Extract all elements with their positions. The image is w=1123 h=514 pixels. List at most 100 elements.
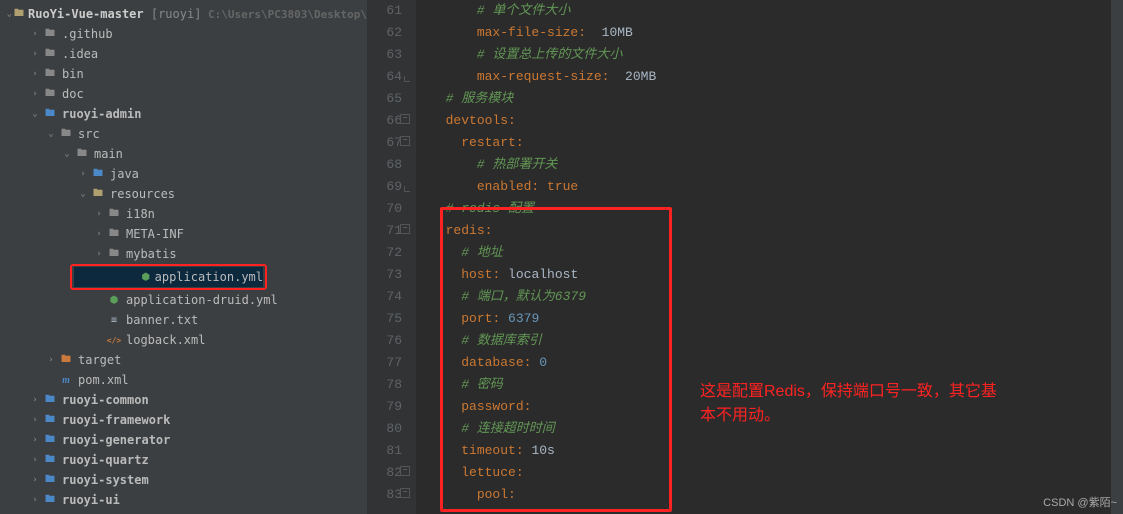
code-line[interactable]: enabled: true [430,176,1123,198]
module-folder-icon: 🖿 [42,107,58,121]
tree-item[interactable]: application.yml [74,267,263,287]
tree-item[interactable]: ⌄🖿main [0,144,367,164]
tree-item-label: main [94,147,123,161]
chevron-down-icon[interactable]: ⌄ [30,109,40,119]
code-line[interactable]: # 服务模块 [430,88,1123,110]
chevron-right-icon[interactable]: › [30,495,40,505]
chevron-right-icon[interactable]: › [30,435,40,445]
tree-item[interactable]: ›🖿ruoyi-generator [0,430,367,450]
chevron-down-icon[interactable]: ⌄ [78,189,88,199]
tree-item[interactable]: ›🖿ruoyi-system [0,470,367,490]
tree-item[interactable]: ›🖿ruoyi-ui [0,490,367,510]
folder-icon: 🖿 [42,27,58,41]
fold-toggle-icon[interactable]: − [400,136,410,146]
tree-item-label: target [78,353,121,367]
code-line[interactable]: # 单个文件大小 [430,0,1123,22]
line-number: 66− [368,110,402,132]
code-line[interactable]: # 端口，默认为6379 [430,286,1123,308]
tree-item[interactable]: ⌄🖿RuoYi-Vue-master [ruoyi] C:\Users\PC38… [0,4,367,24]
code-line[interactable]: timeout: 10s [430,440,1123,462]
tree-item[interactable]: ›🖿.idea [0,44,367,64]
tree-item-label: .idea [62,47,98,61]
tree-item[interactable]: </>logback.xml [0,330,367,350]
fold-toggle-icon[interactable]: − [400,114,410,124]
code-line[interactable]: port: 6379 [430,308,1123,330]
tree-item-label: src [78,127,100,141]
chevron-right-icon[interactable]: › [30,395,40,405]
tree-item-label: ruoyi-generator [62,433,170,447]
tree-item[interactable]: ›🖿java [0,164,367,184]
tree-item[interactable]: ›🖿ruoyi-common [0,390,367,410]
tree-item[interactable]: ›🖿doc [0,84,367,104]
fold-toggle-icon[interactable]: − [400,466,410,476]
tree-item[interactable]: ›🖿mybatis [0,244,367,264]
code-line[interactable]: database: 0 [430,352,1123,374]
project-tree-panel[interactable]: ⌄🖿RuoYi-Vue-master [ruoyi] C:\Users\PC38… [0,0,368,514]
code-line[interactable]: max-file-size: 10MB [430,22,1123,44]
target-folder-icon: 🖿 [58,353,74,367]
chevron-right-icon[interactable]: › [30,415,40,425]
tree-item[interactable]: ›🖿ruoyi-quartz [0,450,367,470]
chevron-down-icon[interactable]: ⌄ [7,9,12,19]
fold-toggle-icon[interactable]: − [400,488,410,498]
code-line[interactable]: redis: [430,220,1123,242]
tree-item[interactable]: ⌄🖿src [0,124,367,144]
chevron-right-icon[interactable]: › [94,209,104,219]
module-folder-icon: 🖿 [90,167,106,181]
tree-item[interactable]: ›🖿sql [0,510,367,514]
tree-item[interactable]: ≡banner.txt [0,310,367,330]
folder-open-icon: 🖿 [14,7,24,21]
tree-item[interactable]: ›🖿META-INF [0,224,367,244]
yml-file-icon [141,270,151,284]
line-number: 81 [368,440,402,462]
code-line[interactable]: host: localhost [430,264,1123,286]
chevron-right-icon[interactable]: › [30,29,40,39]
chevron-down-icon[interactable]: ⌄ [62,149,72,159]
tree-item[interactable]: ›🖿 .github [0,24,367,44]
code-line[interactable]: # 地址 [430,242,1123,264]
tree-item-label: bin [62,67,84,81]
folder-icon: 🖿 [42,67,58,81]
tree-item[interactable]: ›🖿 target [0,350,367,370]
code-line[interactable]: restart: [430,132,1123,154]
tree-item[interactable]: ›🖿i18n [0,204,367,224]
chevron-right-icon[interactable]: › [30,69,40,79]
tree-item[interactable]: mpom.xml [0,370,367,390]
chevron-right-icon[interactable]: › [46,355,56,365]
chevron-right-icon[interactable]: › [94,249,104,259]
code-line[interactable]: # 设置总上传的文件大小 [430,44,1123,66]
code-line[interactable]: lettuce: [430,462,1123,484]
chevron-right-icon[interactable]: › [30,89,40,99]
line-number: 61 [368,0,402,22]
fold-toggle-icon[interactable]: − [400,224,410,234]
tree-item-label: mybatis [126,247,177,261]
code-line[interactable]: pool: [430,484,1123,506]
chevron-right-icon[interactable]: › [94,229,104,239]
code-line[interactable]: # 热部署开关 [430,154,1123,176]
chevron-down-icon[interactable]: ⌄ [46,129,56,139]
vertical-scrollbar[interactable] [1111,0,1123,514]
line-gutter: 616263646566−67−68697071−727374757677787… [368,0,416,514]
chevron-right-icon[interactable]: › [78,169,88,179]
tree-item[interactable]: ›🖿ruoyi-framework [0,410,367,430]
code-area[interactable]: # 单个文件大小 max-file-size: 10MB # 设置总上传的文件大… [416,0,1123,514]
code-line[interactable]: max-request-size: 20MB [430,66,1123,88]
code-line[interactable]: # 数据库索引 [430,330,1123,352]
text-file-icon: ≡ [106,313,122,327]
chevron-right-icon[interactable]: › [30,49,40,59]
code-line[interactable]: # redis 配置 [430,198,1123,220]
line-number: 82− [368,462,402,484]
tree-item-label: .github [62,27,113,41]
tree-item-label: application.yml [155,270,263,284]
chevron-right-icon[interactable]: › [30,455,40,465]
tree-item[interactable]: ⌄🖿resources [0,184,367,204]
tree-item[interactable]: ›🖿 bin [0,64,367,84]
code-line[interactable]: devtools: [430,110,1123,132]
tree-item[interactable]: ⌄🖿ruoyi-admin [0,104,367,124]
code-editor[interactable]: 616263646566−67−68697071−727374757677787… [368,0,1123,514]
annotation-text: 这是配置Redis，保持端口号一致，其它基本不用动。 [700,380,1010,428]
line-number: 75 [368,308,402,330]
chevron-right-icon[interactable]: › [30,475,40,485]
tree-item[interactable]: application-druid.yml [0,290,367,310]
line-number: 74 [368,286,402,308]
